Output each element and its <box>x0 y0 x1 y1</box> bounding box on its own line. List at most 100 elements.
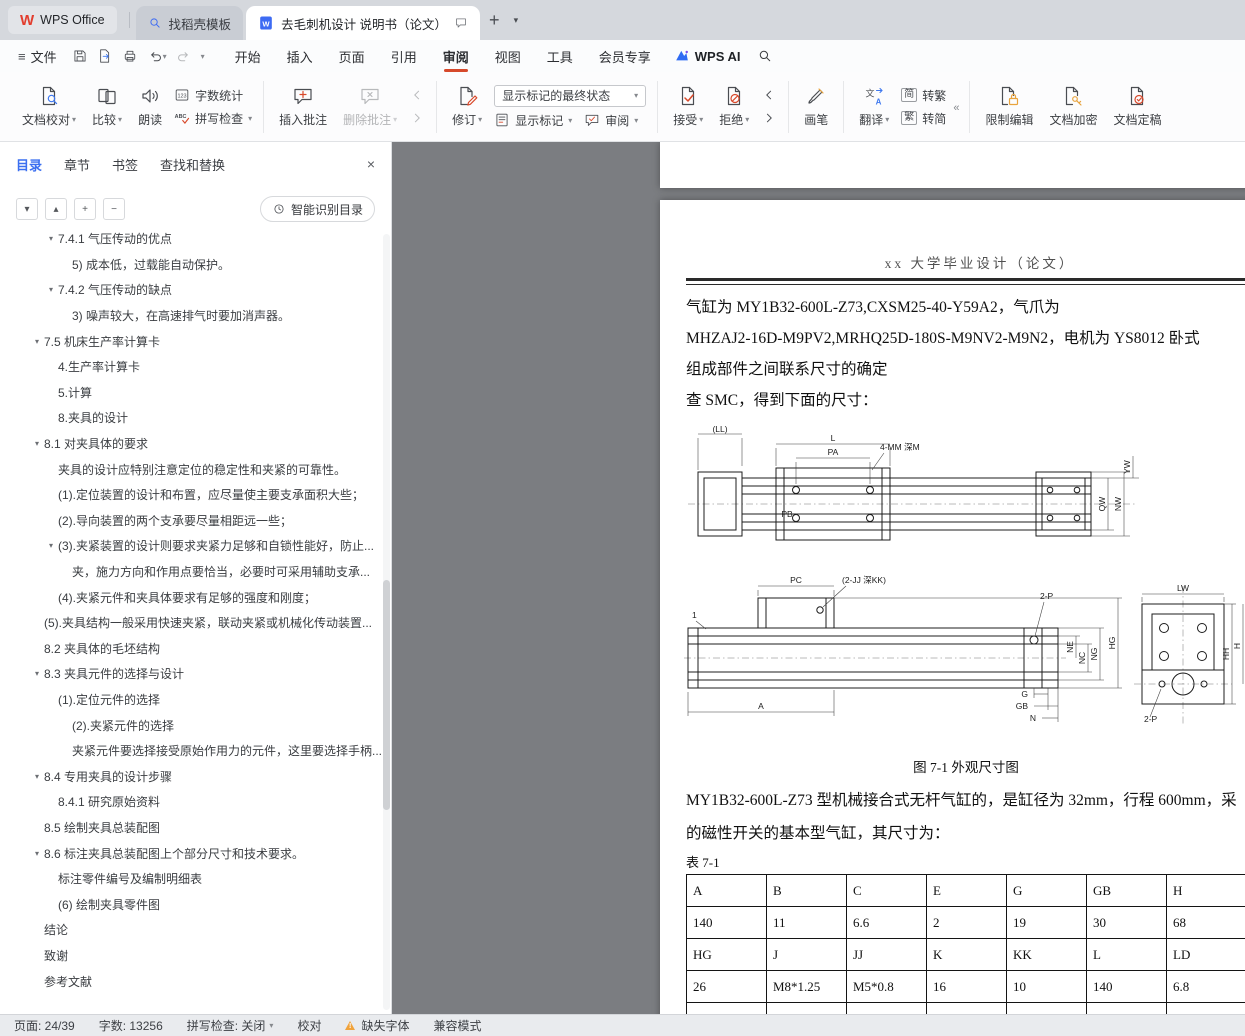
table-cell[interactable] <box>766 1002 847 1014</box>
zoom-in-outline-button[interactable]: + <box>74 198 96 220</box>
table-cell[interactable]: E <box>926 874 1007 907</box>
panel-tab-1[interactable]: 章节 <box>64 155 90 174</box>
table-cell[interactable] <box>926 1002 1007 1014</box>
doc-text-line[interactable]: 组成部件之间联系尺寸的确定 <box>686 354 1245 385</box>
toc-item[interactable]: (1).定位装置的设计和布置，应尽量使主要支承面积大些； <box>0 482 381 508</box>
read-aloud-button[interactable]: 朗读 <box>130 77 170 137</box>
table-label[interactable]: 表 7-1 <box>686 852 720 871</box>
collapse-level-button[interactable]: ▴ <box>45 198 67 220</box>
toc-item[interactable]: 8.2 夹具体的毛坯结构 <box>0 636 381 662</box>
show-markup-button[interactable]: 显示标记 ▾ <box>494 112 572 129</box>
toc-expand-icon[interactable]: ▾ <box>44 234 58 243</box>
chat-icon[interactable] <box>454 16 468 30</box>
panel-tab-2[interactable]: 书签 <box>112 155 138 174</box>
new-tab-button[interactable]: + <box>480 10 509 31</box>
menu-tab-0[interactable]: 开始 <box>222 40 274 72</box>
table-cell[interactable]: 16 <box>926 970 1007 1003</box>
toc-item[interactable]: 8.5 绘制夹具总装配图 <box>0 815 381 841</box>
menu-tab-7[interactable]: 会员专享 <box>586 40 664 72</box>
menu-tab-3[interactable]: 引用 <box>378 40 430 72</box>
table-cell[interactable]: LD <box>1166 938 1245 971</box>
search-icon[interactable] <box>757 48 773 64</box>
toc-item[interactable]: ▾ 7.4.1 气压传动的优点 <box>0 232 381 252</box>
toc-item[interactable]: ▾ 8.4 专用夹具的设计步骤 <box>0 763 381 789</box>
undo-caret-icon[interactable]: ▾ <box>163 52 167 61</box>
compare-button[interactable]: 比较 ▾ <box>84 77 130 137</box>
table-cell[interactable] <box>1086 1002 1167 1014</box>
expand-level-button[interactable]: ▾ <box>16 198 38 220</box>
menu-tab-5[interactable]: 视图 <box>482 40 534 72</box>
doc-text-line[interactable]: 查 SMC，得到下面的尺寸： <box>686 385 1245 416</box>
page-header-text[interactable]: xx 大学毕业设计（论文） <box>686 252 1245 272</box>
tab-template-search[interactable]: 找稻壳模板 <box>135 6 244 40</box>
table-cell[interactable]: 11 <box>766 906 847 939</box>
table-cell[interactable]: 6.6 <box>846 906 927 939</box>
table-cell[interactable]: H <box>1166 874 1245 907</box>
table-cell[interactable]: C <box>846 874 927 907</box>
review-pane-button[interactable]: 审阅 ▾ <box>584 112 638 129</box>
doc-text-line[interactable]: 的磁性开关的基本型气缸，其尺寸为： <box>686 817 1245 850</box>
next-change-button[interactable] <box>759 110 779 126</box>
toc-item[interactable]: (4).夹紧元件和夹具体要求有足够的强度和刚度； <box>0 584 381 610</box>
encrypt-doc-button[interactable]: 文档加密 <box>1041 77 1105 137</box>
ribbon-collapse-button[interactable]: « <box>953 102 959 114</box>
toc-expand-icon[interactable]: ▾ <box>44 541 58 550</box>
table-cell[interactable]: A <box>686 874 767 907</box>
toc-item[interactable]: 4.生产率计算卡 <box>0 354 381 380</box>
table-cell[interactable]: B <box>766 874 847 907</box>
table-cell[interactable]: G <box>1006 874 1087 907</box>
panel-tab-3[interactable]: 查找和替换 <box>160 155 225 174</box>
tab-document[interactable]: 去毛刺机设计 说明书（论文） <box>246 6 481 40</box>
toc-item[interactable]: ▾ 8.1 对夹具体的要求 <box>0 431 381 457</box>
menu-tab-2[interactable]: 页面 <box>326 40 378 72</box>
toc-expand-icon[interactable]: ▾ <box>44 285 58 294</box>
table-cell[interactable]: M5*0.8 <box>846 970 927 1003</box>
toc-expand-icon[interactable]: ▾ <box>30 439 44 448</box>
doc-text-line[interactable]: 气缸为 MY1B32-600L-Z73,CXSM25-40-Y59A2，气爪为 <box>686 292 1245 323</box>
menu-tab-6[interactable]: 工具 <box>534 40 586 72</box>
accept-change-button[interactable]: 接受 ▾ <box>665 77 711 137</box>
spell-check-status[interactable]: 拼写检查: 关闭 ▾ <box>187 1017 274 1034</box>
undo-button[interactable]: ▾ <box>144 45 170 67</box>
toc-expand-icon[interactable]: ▾ <box>30 337 44 346</box>
table-cell[interactable]: 140 <box>686 906 767 939</box>
table-cell[interactable]: 19 <box>1006 906 1087 939</box>
toc-item[interactable]: 8.4.1 研究原始资料 <box>0 789 381 815</box>
toc-item[interactable]: ▾ 7.5 机床生产率计算卡 <box>0 328 381 354</box>
table-cell[interactable]: 10 <box>1006 970 1087 1003</box>
table-cell[interactable] <box>686 1002 767 1014</box>
zoom-out-outline-button[interactable]: − <box>103 198 125 220</box>
toc-item[interactable]: 夹具的设计应特别注意定位的稳定性和夹紧的可靠性。 <box>0 456 381 482</box>
toc-item[interactable]: ▾ (3).夹紧装置的设计则要求夹紧力足够和自锁性能好，防止... <box>0 533 381 559</box>
prev-change-button[interactable] <box>759 87 779 103</box>
table-cell[interactable]: L <box>1086 938 1167 971</box>
insert-comment-button[interactable]: 插入批注 <box>271 77 335 137</box>
doc-text-line[interactable]: MY1B32-600L-Z73 型机械接合式无杆气缸的，是缸径为 32mm，行程… <box>686 784 1245 817</box>
table-cell[interactable]: GB <box>1086 874 1167 907</box>
figure-7-1-drawing[interactable]: (LL) L PA 4-MM 深M YW QW NW PB 1 PC (2-JJ… <box>684 426 1245 741</box>
table-cell[interactable] <box>1006 1002 1087 1014</box>
toc-expand-icon[interactable]: ▾ <box>30 669 44 678</box>
toc-item[interactable]: 夹紧元件要选择接受原始作用力的元件，这里要选择手柄... <box>0 738 381 764</box>
customize-toolbar-button[interactable]: ▾ <box>198 49 208 64</box>
table-cell[interactable]: 30 <box>1086 906 1167 939</box>
word-count-button[interactable]: 字数统计 <box>174 87 252 104</box>
table-cell[interactable]: 2 <box>926 906 1007 939</box>
track-changes-button[interactable]: 修订 ▾ <box>444 77 490 137</box>
toc-item[interactable]: ▾ 8.3 夹具元件的选择与设计 <box>0 661 381 687</box>
figure-caption[interactable]: 图 7-1 外观尺寸图 <box>686 756 1245 776</box>
sidebar-scrollbar-thumb[interactable] <box>383 580 390 810</box>
toc-item[interactable]: (5).夹具结构一般采用快速夹紧，联动夹紧或机械化传动装置... <box>0 610 381 636</box>
table-cell[interactable]: JJ <box>846 938 927 971</box>
export-button[interactable] <box>94 45 116 67</box>
spell-check-button[interactable]: 拼写检查 ▾ <box>174 110 252 127</box>
toc-expand-icon[interactable]: ▾ <box>30 772 44 781</box>
toc-item[interactable]: 3) 噪声较大，在高速排气时要加消声器。 <box>0 303 381 329</box>
table-cell[interactable]: 26 <box>686 970 767 1003</box>
missing-font-warning[interactable]: 缺失字体 <box>345 1017 409 1034</box>
reject-change-button[interactable]: 拒绝 ▾ <box>711 77 757 137</box>
toc-item[interactable]: (2).夹紧元件的选择 <box>0 712 381 738</box>
document-page[interactable]: xx 大学毕业设计（论文） 气缸为 MY1B32-600L-Z73,CXSM25… <box>660 200 1245 1014</box>
to-traditional-button[interactable]: 简 转繁 <box>901 87 946 104</box>
markup-state-dropdown[interactable]: 显示标记的最终状态 ▾ <box>494 84 647 107</box>
